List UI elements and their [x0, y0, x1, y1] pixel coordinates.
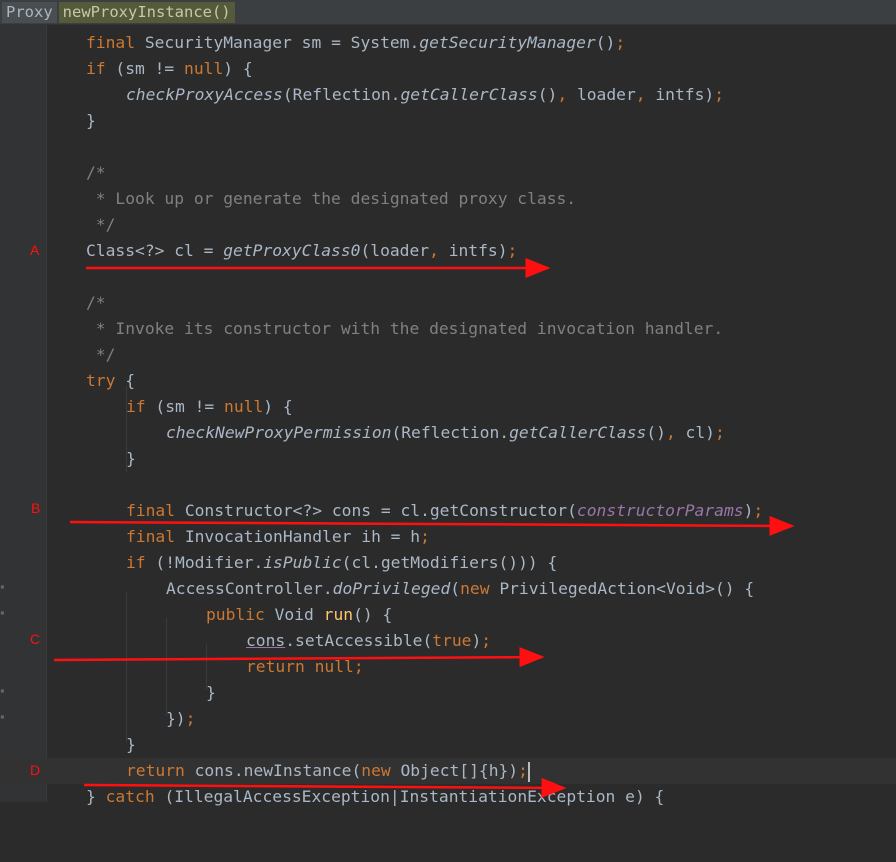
fold-marker-icon[interactable]: ▪: [0, 582, 5, 591]
code-line: try {: [86, 371, 136, 390]
code-line: AccessController.doPrivileged(new Privil…: [166, 579, 755, 598]
code-line-current[interactable]: return cons.newInstance(new Object[]{h})…: [0, 758, 896, 784]
code-line: if (sm != null) {: [126, 397, 293, 416]
code-line: /*: [86, 293, 106, 312]
code-line: }: [126, 735, 136, 754]
code-line: }: [86, 111, 96, 130]
code-line: cons.setAccessible(true);: [246, 631, 492, 650]
fold-marker-icon[interactable]: ▪: [0, 712, 5, 721]
code-line: } catch (IllegalAccessException|Instanti…: [86, 787, 665, 806]
code-line: * Look up or generate the designated pro…: [86, 189, 577, 208]
code-line: Class<?> cl = getProxyClass0(loader, int…: [86, 241, 518, 260]
annotation-label-b: B: [31, 500, 41, 516]
code-line: */: [86, 345, 116, 364]
breadcrumb-class[interactable]: Proxy: [2, 1, 57, 23]
code-line: /*: [86, 163, 106, 182]
annotation-label-a: A: [30, 242, 40, 258]
code-line: * Invoke its constructor with the design…: [86, 319, 724, 338]
code-line: public Void run() {: [206, 605, 393, 624]
code-line: final SecurityManager sm = System.getSec…: [86, 33, 626, 52]
code-line: if (sm != null) {: [86, 59, 253, 78]
code-line: checkNewProxyPermission(Reflection.getCa…: [166, 423, 725, 442]
breadcrumb: Proxy newProxyInstance(): [0, 0, 896, 25]
breadcrumb-method[interactable]: newProxyInstance(): [58, 1, 235, 23]
code-line: if (!Modifier.isPublic(cl.getModifiers()…: [126, 553, 558, 572]
annotation-label-c: C: [30, 631, 41, 647]
code-line: return null;: [246, 657, 364, 676]
code-line: }: [126, 449, 136, 468]
code-line: }: [206, 683, 216, 702]
fold-marker-icon[interactable]: ▪: [0, 686, 5, 695]
code-line: */: [86, 215, 116, 234]
code-editor[interactable]: final SecurityManager sm = System.getSec…: [0, 24, 896, 806]
code-line: });: [166, 709, 196, 728]
fold-marker-icon[interactable]: ▪: [0, 608, 5, 617]
code-line: final InvocationHandler ih = h;: [126, 527, 430, 546]
annotation-label-d: D: [30, 762, 41, 778]
text-caret: [527, 761, 530, 782]
code-line: checkProxyAccess(Reflection.getCallerCla…: [126, 85, 725, 104]
code-line: final Constructor<?> cons = cl.getConstr…: [126, 501, 764, 520]
